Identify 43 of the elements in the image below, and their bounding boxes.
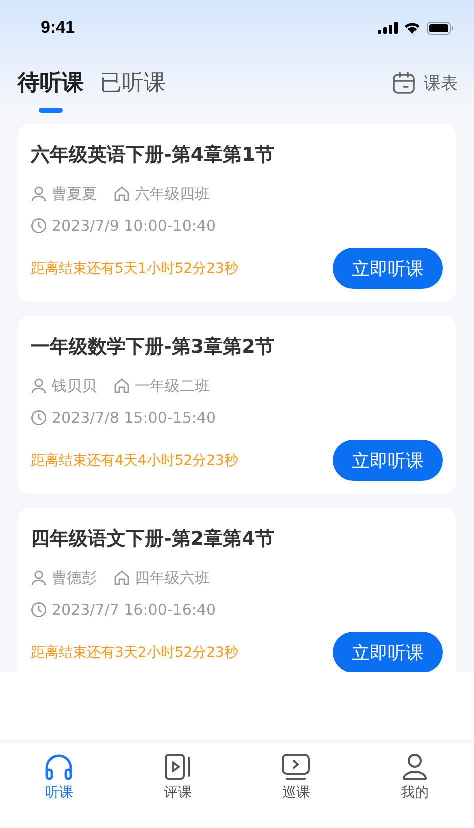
clock-icon — [31, 410, 47, 426]
signal-icon — [378, 22, 398, 34]
teacher-name: 曹德彭 — [52, 568, 97, 588]
clock-icon — [31, 218, 47, 234]
nav-item[interactable]: 巡课 — [237, 743, 356, 828]
class-name: 六年级四班 — [135, 184, 210, 204]
listen-button[interactable]: 立即听课 — [333, 632, 443, 672]
video-icon — [164, 753, 192, 781]
person-icon — [31, 570, 47, 586]
lesson-title: 一年级数学下册-第3章第2节 — [31, 335, 276, 360]
listen-button[interactable]: 立即听课 — [333, 440, 443, 481]
lesson-time: 2023/7/9 10:00-10:40 — [52, 217, 216, 235]
calendar-icon — [392, 71, 416, 95]
clock-icon — [31, 602, 47, 618]
teacher-name: 曹夏夏 — [52, 184, 97, 204]
nav-item[interactable]: 我的 — [356, 743, 474, 828]
schedule-button[interactable]: 课表 — [392, 56, 458, 110]
class-name: 四年级六班 — [135, 568, 210, 588]
status-time: 9:41 — [41, 18, 76, 38]
tab[interactable]: 已听课 — [100, 56, 166, 116]
lesson-time: 2023/7/8 15:00-15:40 — [52, 409, 216, 427]
monitor-icon — [281, 753, 312, 781]
person-icon — [400, 753, 429, 781]
battery-icon — [427, 22, 454, 34]
lesson-title: 六年级英语下册-第4章第1节 — [31, 143, 276, 168]
house-icon — [114, 570, 130, 586]
teacher-name: 钱贝贝 — [52, 376, 97, 396]
nav-item[interactable]: 听课 — [0, 743, 118, 828]
lesson-title: 四年级语文下册-第2章第4节 — [31, 527, 276, 552]
lesson-time: 2023/7/7 16:00-16:40 — [52, 601, 216, 619]
house-icon — [114, 378, 130, 394]
nav-item[interactable]: 评课 — [118, 743, 237, 828]
house-icon — [114, 186, 130, 202]
person-icon — [31, 378, 47, 394]
headphones-icon — [44, 753, 74, 781]
countdown-text: 距离结束还有5天1小时52分23秒 — [31, 260, 238, 278]
tab[interactable]: 待听课 — [18, 56, 84, 116]
listen-button[interactable]: 立即听课 — [333, 248, 443, 289]
wifi-icon — [404, 22, 421, 34]
class-name: 一年级二班 — [135, 376, 210, 396]
countdown-text: 距离结束还有4天4小时52分23秒 — [31, 452, 238, 470]
person-icon — [31, 186, 47, 202]
countdown-text: 距离结束还有3天2小时52分23秒 — [31, 644, 238, 662]
